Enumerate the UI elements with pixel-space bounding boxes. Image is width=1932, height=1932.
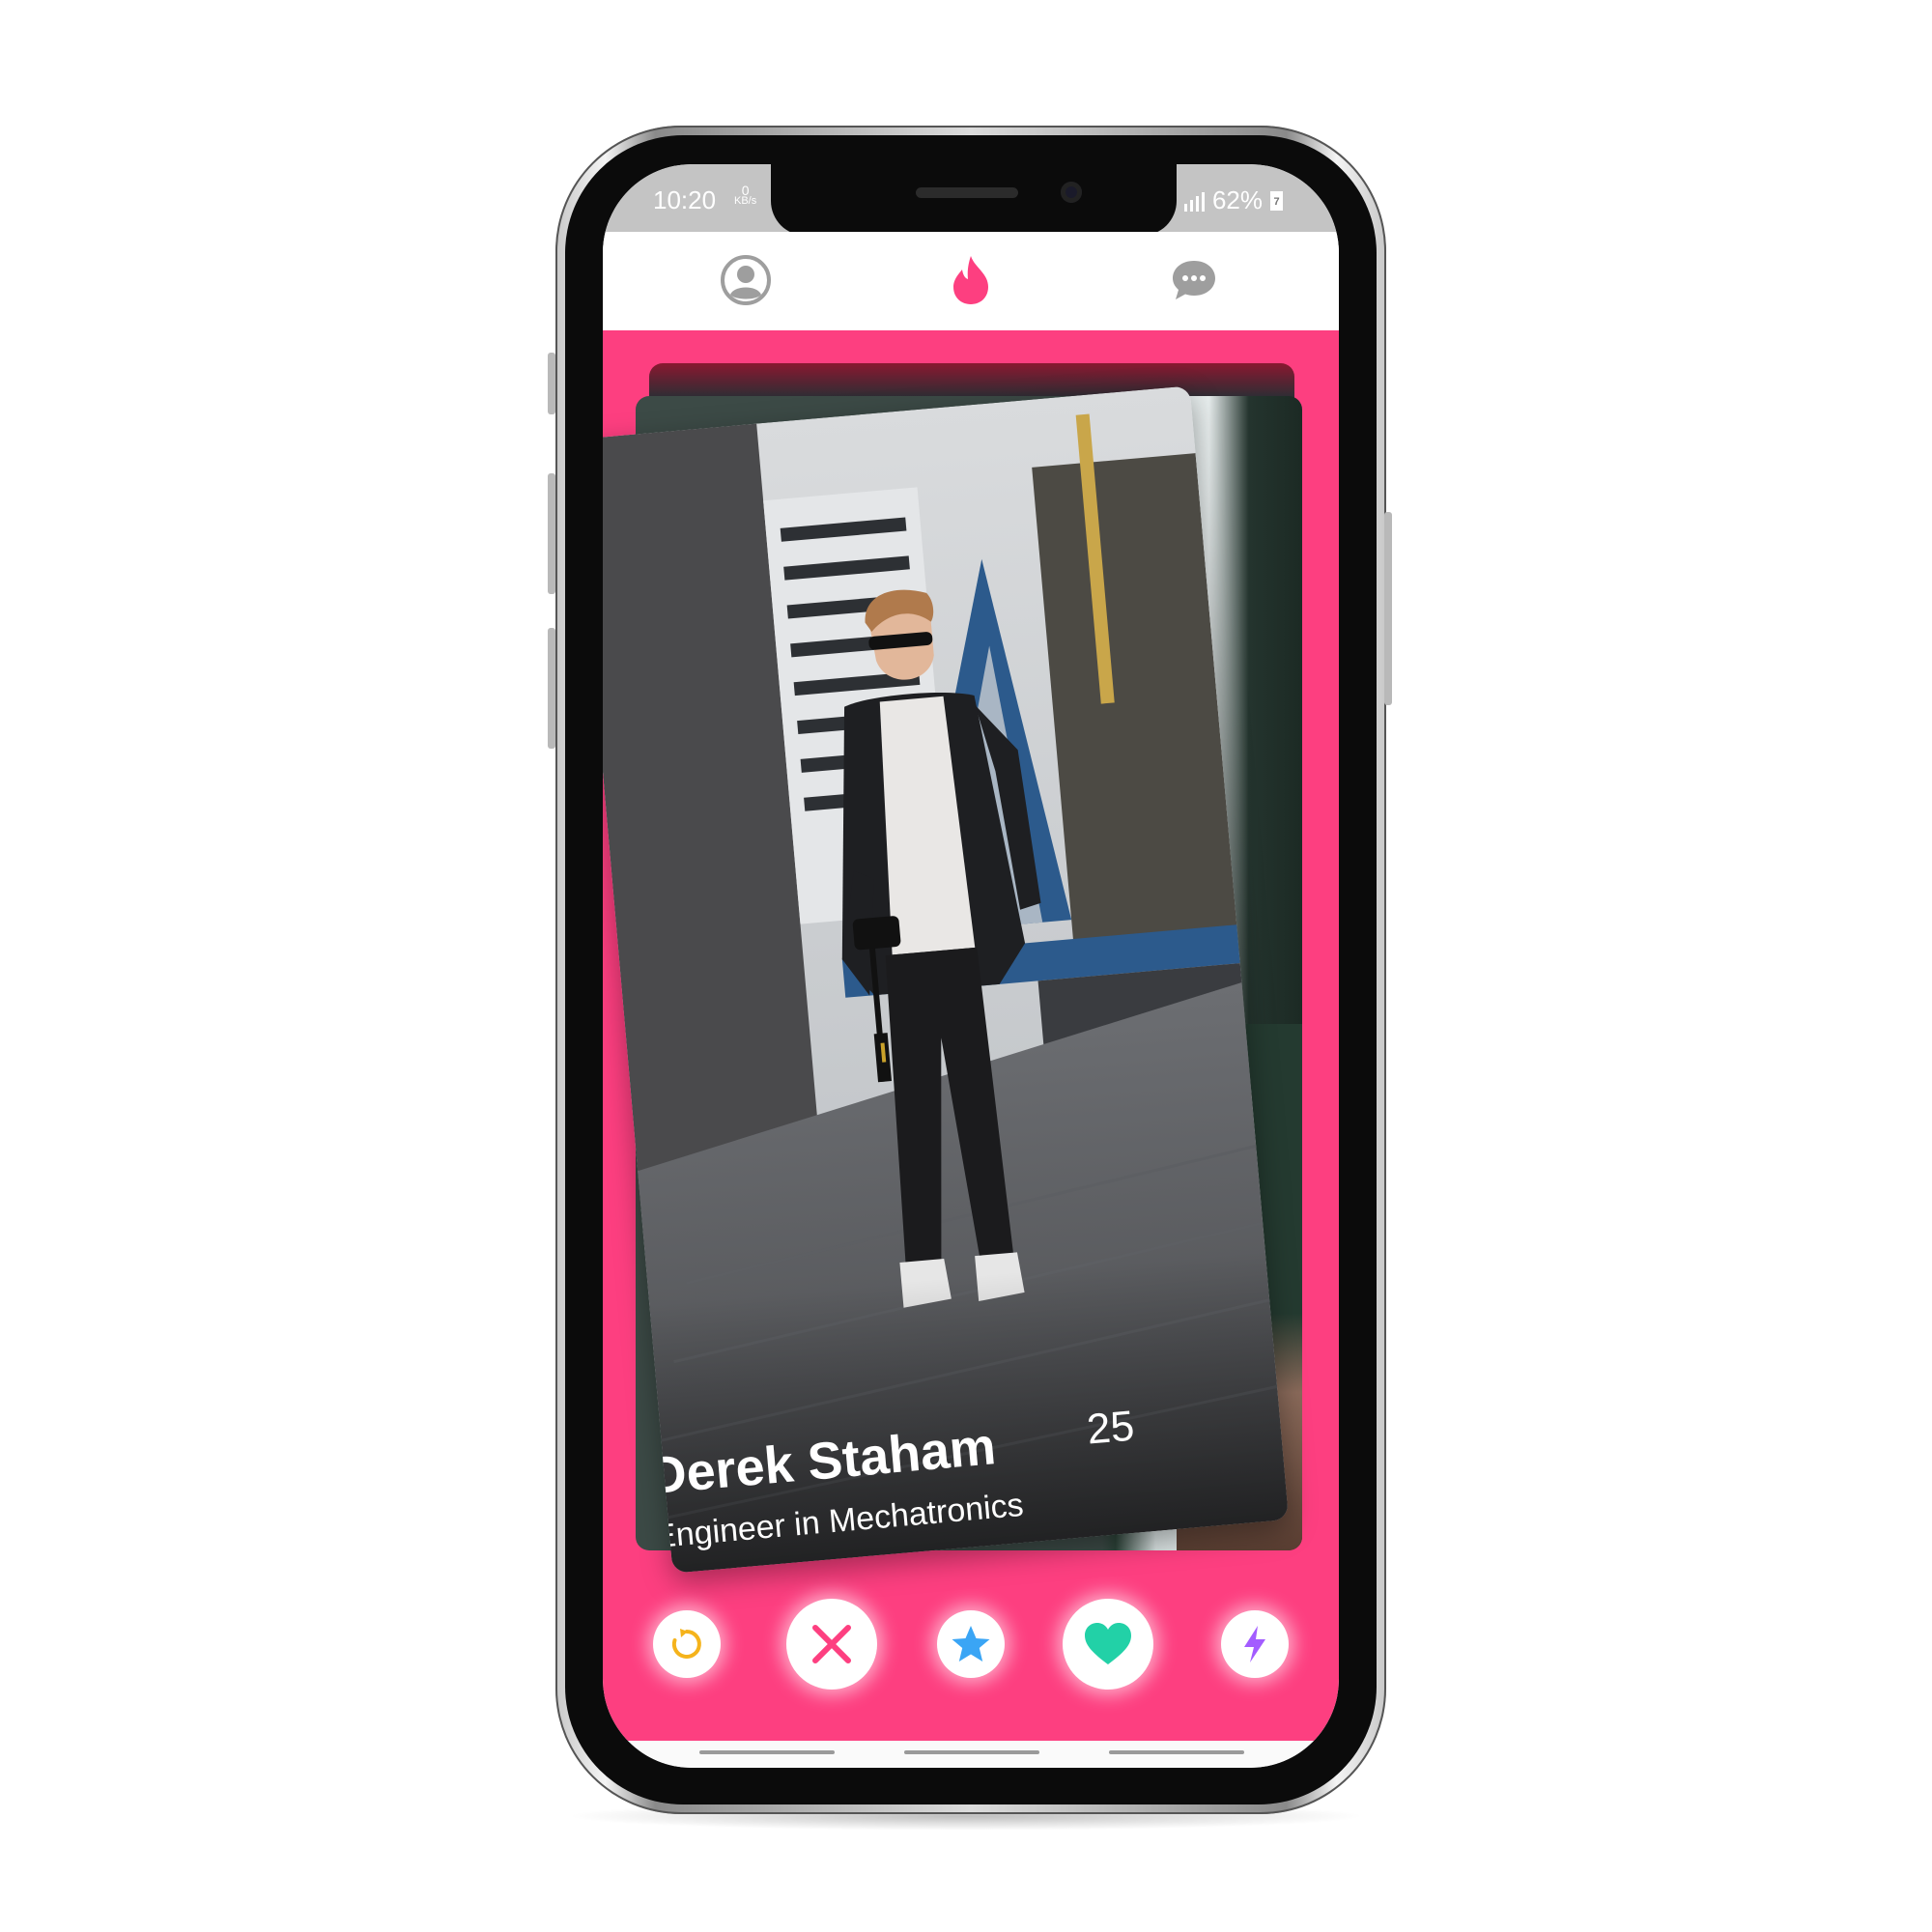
lightning-icon xyxy=(1244,1626,1265,1662)
nav-segment xyxy=(1109,1750,1244,1754)
data-rate-unit: KB/s xyxy=(734,195,757,207)
speaker-grille xyxy=(916,187,1018,198)
star-icon xyxy=(952,1626,990,1662)
mute-switch xyxy=(548,353,555,414)
boost-button[interactable] xyxy=(1221,1610,1289,1678)
power-button xyxy=(1384,512,1392,705)
user-circle-icon[interactable] xyxy=(717,251,775,309)
nope-button[interactable] xyxy=(786,1599,877,1690)
home-indicator-area xyxy=(603,1741,1339,1768)
nav-segment xyxy=(699,1750,835,1754)
profile-card[interactable]: Derek Staham 25 Engineer in Mechatronics xyxy=(603,385,1290,1574)
like-button[interactable] xyxy=(1063,1599,1153,1690)
chat-bubble-icon[interactable] xyxy=(1165,251,1223,309)
signal-icon xyxy=(1183,190,1205,212)
profile-age: 25 xyxy=(1085,1402,1137,1454)
superlike-button[interactable] xyxy=(937,1610,1005,1678)
battery-percent: 62% xyxy=(1211,185,1263,214)
close-icon xyxy=(812,1625,851,1663)
rewind-icon xyxy=(671,1629,701,1659)
nav-segment xyxy=(904,1750,1039,1754)
flame-icon[interactable] xyxy=(942,251,1000,309)
battery-badge: 7 xyxy=(1273,195,1280,208)
camera-notch xyxy=(771,164,1177,236)
status-right-group: 62% 7 xyxy=(1183,185,1283,215)
top-nav xyxy=(603,232,1339,328)
rewind-button[interactable] xyxy=(653,1610,721,1678)
heart-icon xyxy=(1085,1623,1131,1664)
app-screen: 10:20 0 KB/s 62% 7 Derek Staham 25 Engin… xyxy=(603,164,1339,1768)
battery-icon: 7 xyxy=(1270,190,1283,211)
action-bar xyxy=(603,1575,1339,1729)
status-time: 10:20 xyxy=(653,185,717,214)
volume-down-button xyxy=(548,628,555,749)
data-rate: 0 KB/s xyxy=(734,184,757,207)
volume-up-button xyxy=(548,473,555,594)
front-camera xyxy=(1061,182,1082,203)
